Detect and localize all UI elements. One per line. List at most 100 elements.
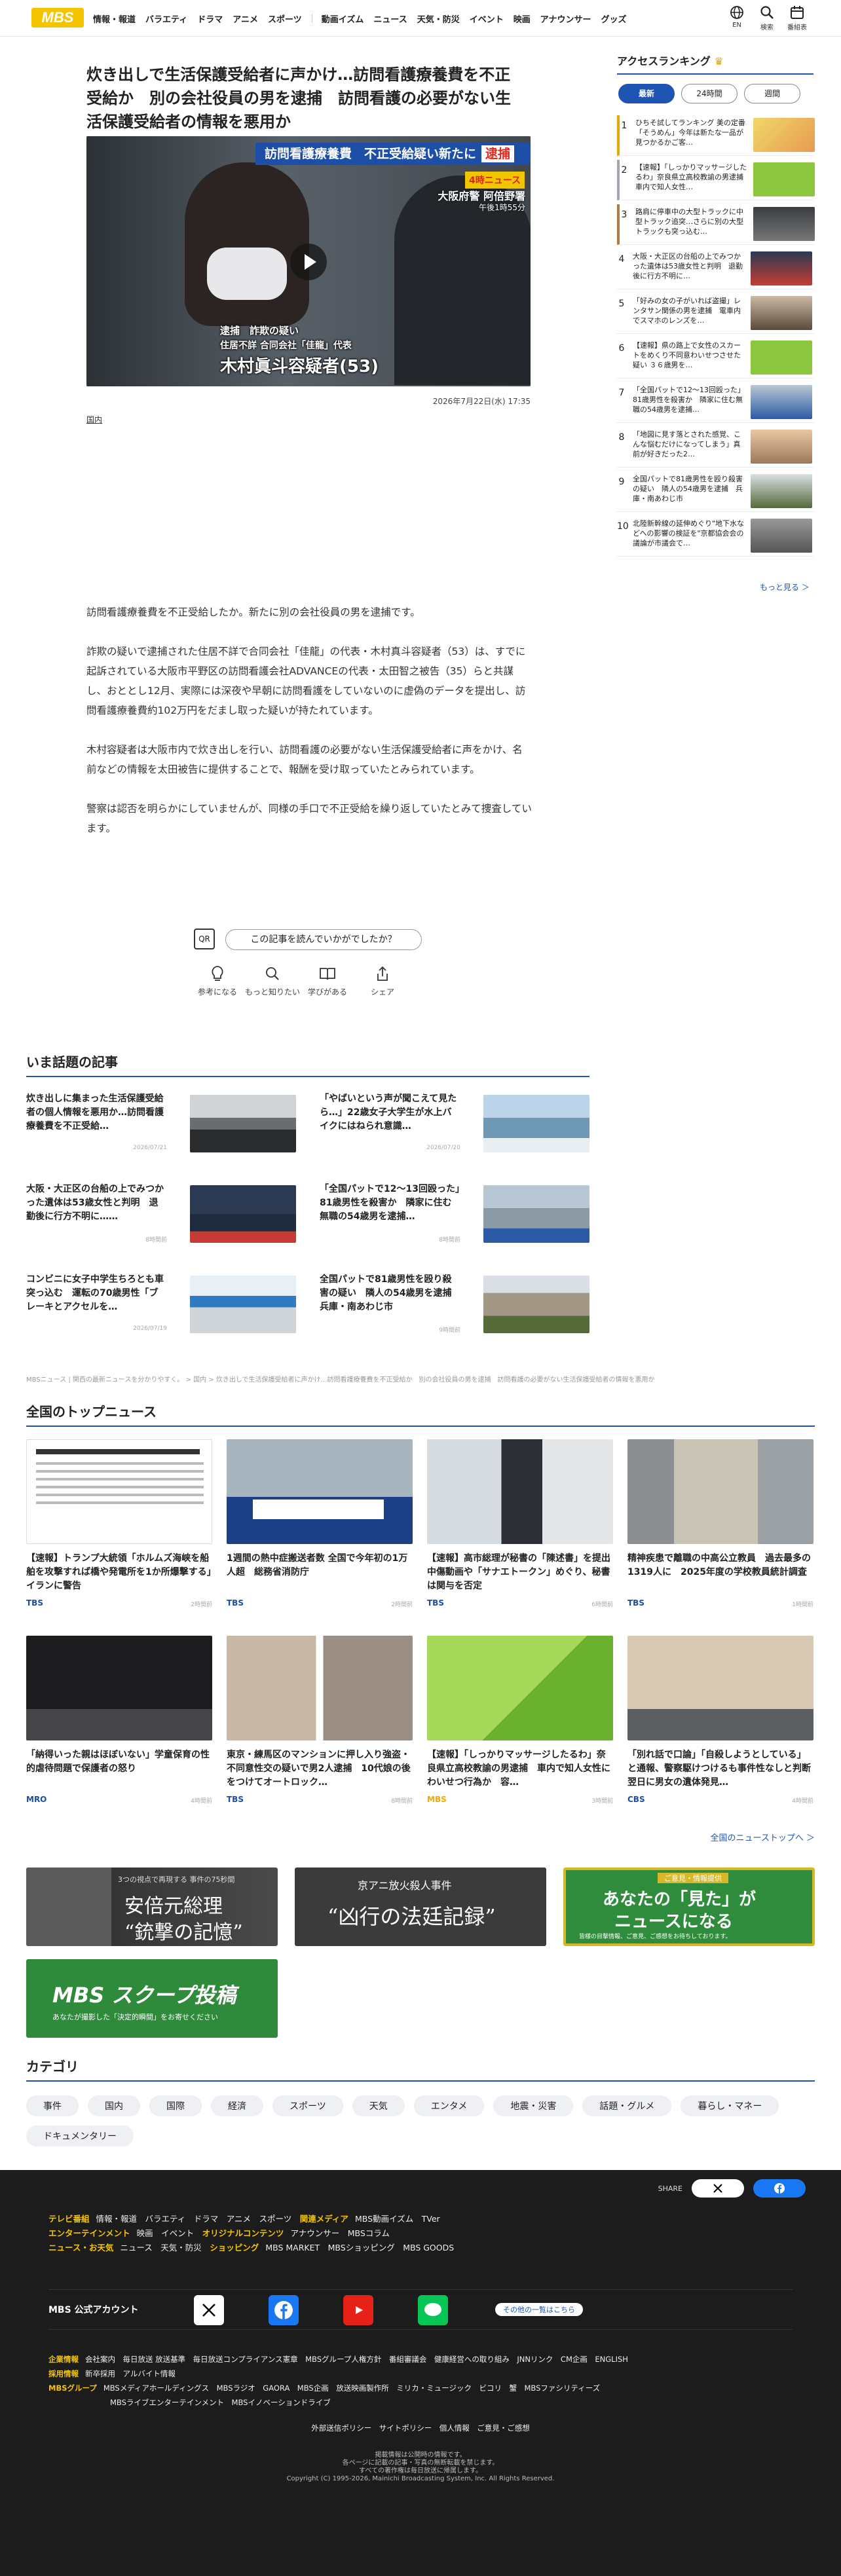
policy-links[interactable]: 外部送信ポリシー サイトポリシー 個人情報 ご意見・ご感想	[0, 2423, 841, 2433]
footer-link[interactable]: MBSライブエンターテインメント MBSイノベーションドライブ	[110, 2398, 331, 2407]
ranking-item[interactable]: 3 路肩に停車中の大型トラックに中型トラック追突…さらに別の大型トラックも突っ込む…	[617, 204, 815, 245]
survey-button[interactable]: この記事を読んでいかがでしたか？	[225, 929, 422, 950]
footer-heading[interactable]: 採用情報	[48, 2369, 79, 2378]
list-item[interactable]: 炊き出しに集まった生活保護受給者の個人情報を悪用か…訪問看護療養費を不正受給… 2…	[26, 1092, 296, 1155]
ranking-item[interactable]: 7 「全国パットで12〜13回殴った」81歳男性を殺害か 隣家に住む無職の54歳男…	[617, 382, 813, 423]
footer-heading[interactable]: オリジナルコンテンツ	[202, 2228, 284, 2238]
feature-banner-abe[interactable]: 3つの視点で再現する 事件の75秒間 安倍元総理 “銃撃の記憶”	[26, 1868, 278, 1946]
category-chip[interactable]: 地震・災害	[493, 2095, 574, 2116]
category-chip[interactable]: エンタメ	[413, 2095, 485, 2116]
category-chip[interactable]: 国内	[88, 2095, 140, 2116]
news-card[interactable]: 「別れ話で口論」「自殺しようとしている」と通報、警察駆けつけるも事件性なしと判断…	[627, 1636, 813, 1805]
nav-item[interactable]: ニュース	[373, 12, 407, 25]
footer-link[interactable]: MBS動画イズム TVer	[355, 2214, 440, 2224]
ranking-item[interactable]: 8 「地図に見す落とされた感覚、こんな悩むだけになってしまう」真前が好きだった2…	[617, 427, 813, 468]
ranking-item[interactable]: 1 ひちそ試してランキング 美の定番「そうめん」今年は新たな一品が見つかるかご客…	[617, 115, 815, 156]
tab-24h[interactable]: 24時間	[681, 84, 738, 103]
nav-item[interactable]: ドラマ	[197, 12, 223, 25]
category-chip[interactable]: 経済	[211, 2095, 263, 2116]
footer-link[interactable]: 情報・報道 バラエティ ドラマ アニメ スポーツ	[96, 2214, 292, 2224]
footer-heading[interactable]: MBSグループ	[48, 2383, 97, 2393]
ranking-more-link[interactable]: もっと見る ＞	[760, 581, 810, 593]
ranking-item[interactable]: 10 北陸新幹線の延伸めぐり"地下水などへの影響の検証を"京都協会会の議論が市議会…	[617, 516, 813, 557]
ranking-item[interactable]: 2 【速報】「しっかりマッサージしたるわ」奈良県立高校教諭の男逮捕 車内で知人女性…	[617, 160, 815, 200]
footer-heading[interactable]: テレビ番組	[48, 2214, 90, 2224]
youtube-account-link[interactable]	[343, 2295, 373, 2325]
feature-banner-kyoani[interactable]: 京アニ放火殺人事件 “凶行の法廷記録”	[295, 1868, 546, 1946]
site-logo[interactable]: MBS	[31, 8, 84, 28]
ranking-item[interactable]: 6 【速報】県の路上で女性のスカートをめくり不同意わいせつさせた疑い ３６歳男を…	[617, 338, 813, 378]
line-account-link[interactable]	[418, 2295, 448, 2325]
nav-item[interactable]: アニメ	[233, 12, 258, 25]
news-card[interactable]: 【速報】高市総理が秘書の「陳述書」を提出 中傷動画や「サナエトークン」めぐり、秘…	[427, 1439, 613, 1609]
facebook-account-link[interactable]	[269, 2295, 299, 2325]
nav-item[interactable]: 映画	[514, 12, 531, 25]
footer-heading[interactable]: エンターテインメント	[48, 2228, 130, 2238]
footer-link[interactable]: ニュース 天気・防災	[120, 2243, 201, 2253]
category-chip[interactable]: 話題・グルメ	[582, 2095, 672, 2116]
nav-item[interactable]: イベント	[470, 12, 504, 25]
footer-link[interactable]: MBS MARKET MBSショッピング MBS GOODS	[265, 2243, 454, 2253]
official-more-button[interactable]: その他の一覧はこちら	[495, 2303, 583, 2316]
category-chip[interactable]: 暮らし・マネー	[681, 2095, 779, 2116]
reaction-share[interactable]: シェア	[355, 965, 410, 997]
reaction-more[interactable]: もっと知りたい	[245, 965, 300, 997]
reaction-helpful[interactable]: 参考になる	[190, 965, 245, 997]
footer-link[interactable]: 映画 イベント	[137, 2228, 195, 2238]
list-item[interactable]: 大阪・大正区の台船の上でみつかった遺体は53歳女性と判明 退勤後に行方不明に………	[26, 1183, 296, 1245]
nav-item[interactable]: バラエティ	[145, 12, 187, 25]
nav-item[interactable]: 天気・防災	[417, 12, 460, 25]
footer-heading[interactable]: 企業情報	[48, 2355, 79, 2364]
category-chip[interactable]: スポーツ	[272, 2095, 343, 2116]
category-chip[interactable]: 事件	[26, 2095, 79, 2116]
footer-link[interactable]: アナウンサー MBSコラム	[290, 2228, 389, 2238]
footer-heading[interactable]: 関連メディア	[300, 2214, 348, 2224]
video-player[interactable]: 訪問看護療養費 不正受給疑い新たに 逮捕 4時ニュース 大阪府警 阿倍野署 午後1…	[86, 136, 531, 386]
x-account-link[interactable]	[194, 2295, 224, 2325]
share-facebook-button[interactable]	[753, 2179, 806, 2198]
header-utility: EN 検索 番組表	[722, 4, 812, 31]
rank-number: 9	[618, 477, 625, 487]
schedule-button[interactable]: 番組表	[782, 4, 812, 31]
news-card[interactable]: 【速報】「しっかりマッサージしたるわ」奈良県立高校教諭の男逮捕 車内で知人女性に…	[427, 1636, 613, 1805]
footer-heading[interactable]: ショッピング	[210, 2243, 259, 2253]
ranking-item[interactable]: 9 全国パットで81歳男性を殴り殺害の疑い 隣人の54歳男を逮捕 兵庫・南あわじ市	[617, 471, 813, 512]
official-label: MBS 公式アカウント	[48, 2305, 139, 2315]
ranking-item[interactable]: 5 「好みの女の子がいれば盗撮」レンタサン関係の男を逮捕 電車内でスマホのレンズを…	[617, 293, 813, 334]
news-card[interactable]: 「納得いった親はほぼいない」学童保育の性的虐待問題で保護者の怒り MRO 4時間前	[26, 1636, 212, 1805]
footer-link[interactable]: 新卒採用 アルバイト情報	[85, 2369, 176, 2378]
sidebar-heading: アクセスランキング ♛	[617, 52, 813, 75]
ranking-item[interactable]: 4 大阪・大正区の台船の上でみつかった遺体は53歳女性と判明 退勤後に行方不明に…	[617, 249, 813, 289]
feature-banner-scoop[interactable]: MBS スクープ投稿 あなたが撮影した「決定的瞬間」をお寄せください	[26, 1959, 278, 2038]
search-button[interactable]: 検索	[752, 4, 782, 31]
share-x-button[interactable]	[692, 2179, 744, 2198]
tab-latest[interactable]: 最新	[618, 84, 675, 103]
top-news-more-link[interactable]: 全国のニューストップへ ＞	[711, 1831, 815, 1843]
play-icon[interactable]	[290, 244, 327, 280]
footer-heading[interactable]: ニュース・お天気	[48, 2243, 113, 2253]
list-item[interactable]: 「やばいという声が聞こえて見たら…」22歳女子大学生が水上バイクにはねられ意識……	[320, 1092, 589, 1155]
nav-item[interactable]: アナウンサー	[540, 12, 591, 25]
category-link[interactable]: 国内	[86, 414, 102, 425]
list-item[interactable]: 全国パットで81歳男性を殴り殺害の疑い 隣人の54歳男を逮捕 兵庫・南あわじ市 9…	[320, 1273, 589, 1336]
feature-banner-tips[interactable]: ご意見・情報提供 あなたの「見た」が ニュースになる 皆様の目撃情報、ご意見、ご…	[563, 1868, 815, 1946]
breadcrumb[interactable]: MBSニュース | 関西の最新ニュースを分かりやすく。 > 国内 > 炊き出しで…	[26, 1374, 655, 1384]
news-card[interactable]: 東京・練馬区のマンションに押し入り強盗・不同意性交の疑いで男2人逮捕 10代娘の…	[227, 1636, 413, 1805]
category-chip[interactable]: 天気	[352, 2095, 405, 2116]
nav-item[interactable]: 動画イズム	[322, 12, 364, 25]
nav-item[interactable]: 情報・報道	[93, 12, 136, 25]
nav-item[interactable]: スポーツ	[268, 12, 302, 25]
list-item[interactable]: コンビニに女子中学生ちろとも車突っ込む 運転の70歳男性「ブレーキとアクセルを……	[26, 1273, 296, 1336]
footer-link[interactable]: 会社案内 毎日放送 放送基準 毎日放送コンプライアンス憲章 MBSグループ人権方…	[85, 2355, 628, 2364]
tab-weekly[interactable]: 週間	[744, 84, 800, 103]
list-item[interactable]: 「全国パットで12〜13回殴った」81歳男性を殺害か 隣家に住む無職の54歳男を…	[320, 1183, 589, 1245]
news-card[interactable]: 精神疾患で離職の中高公立教員 過去最多の1319人に 2025年度の学校教員統計…	[627, 1439, 813, 1609]
news-card[interactable]: 【速報】トランプ大統領「ホルムズ海峡を船舶を攻撃すれば橋や発電所を1か所爆撃する…	[26, 1439, 212, 1609]
language-button[interactable]: EN	[722, 4, 752, 31]
news-card[interactable]: 1週間の熱中症搬送者数 全国で今年初の1万人超 総務省消防庁 TBS 2時間前	[227, 1439, 413, 1609]
reaction-learn[interactable]: 学びがある	[300, 965, 355, 997]
nav-item[interactable]: グッズ	[601, 12, 627, 25]
category-chip[interactable]: ドキュメンタリー	[26, 2125, 134, 2146]
footer-link[interactable]: MBSメディアホールディングス MBSラジオ GAORA MBS企画 放送映画製…	[103, 2383, 600, 2393]
category-chip[interactable]: 国際	[149, 2095, 202, 2116]
